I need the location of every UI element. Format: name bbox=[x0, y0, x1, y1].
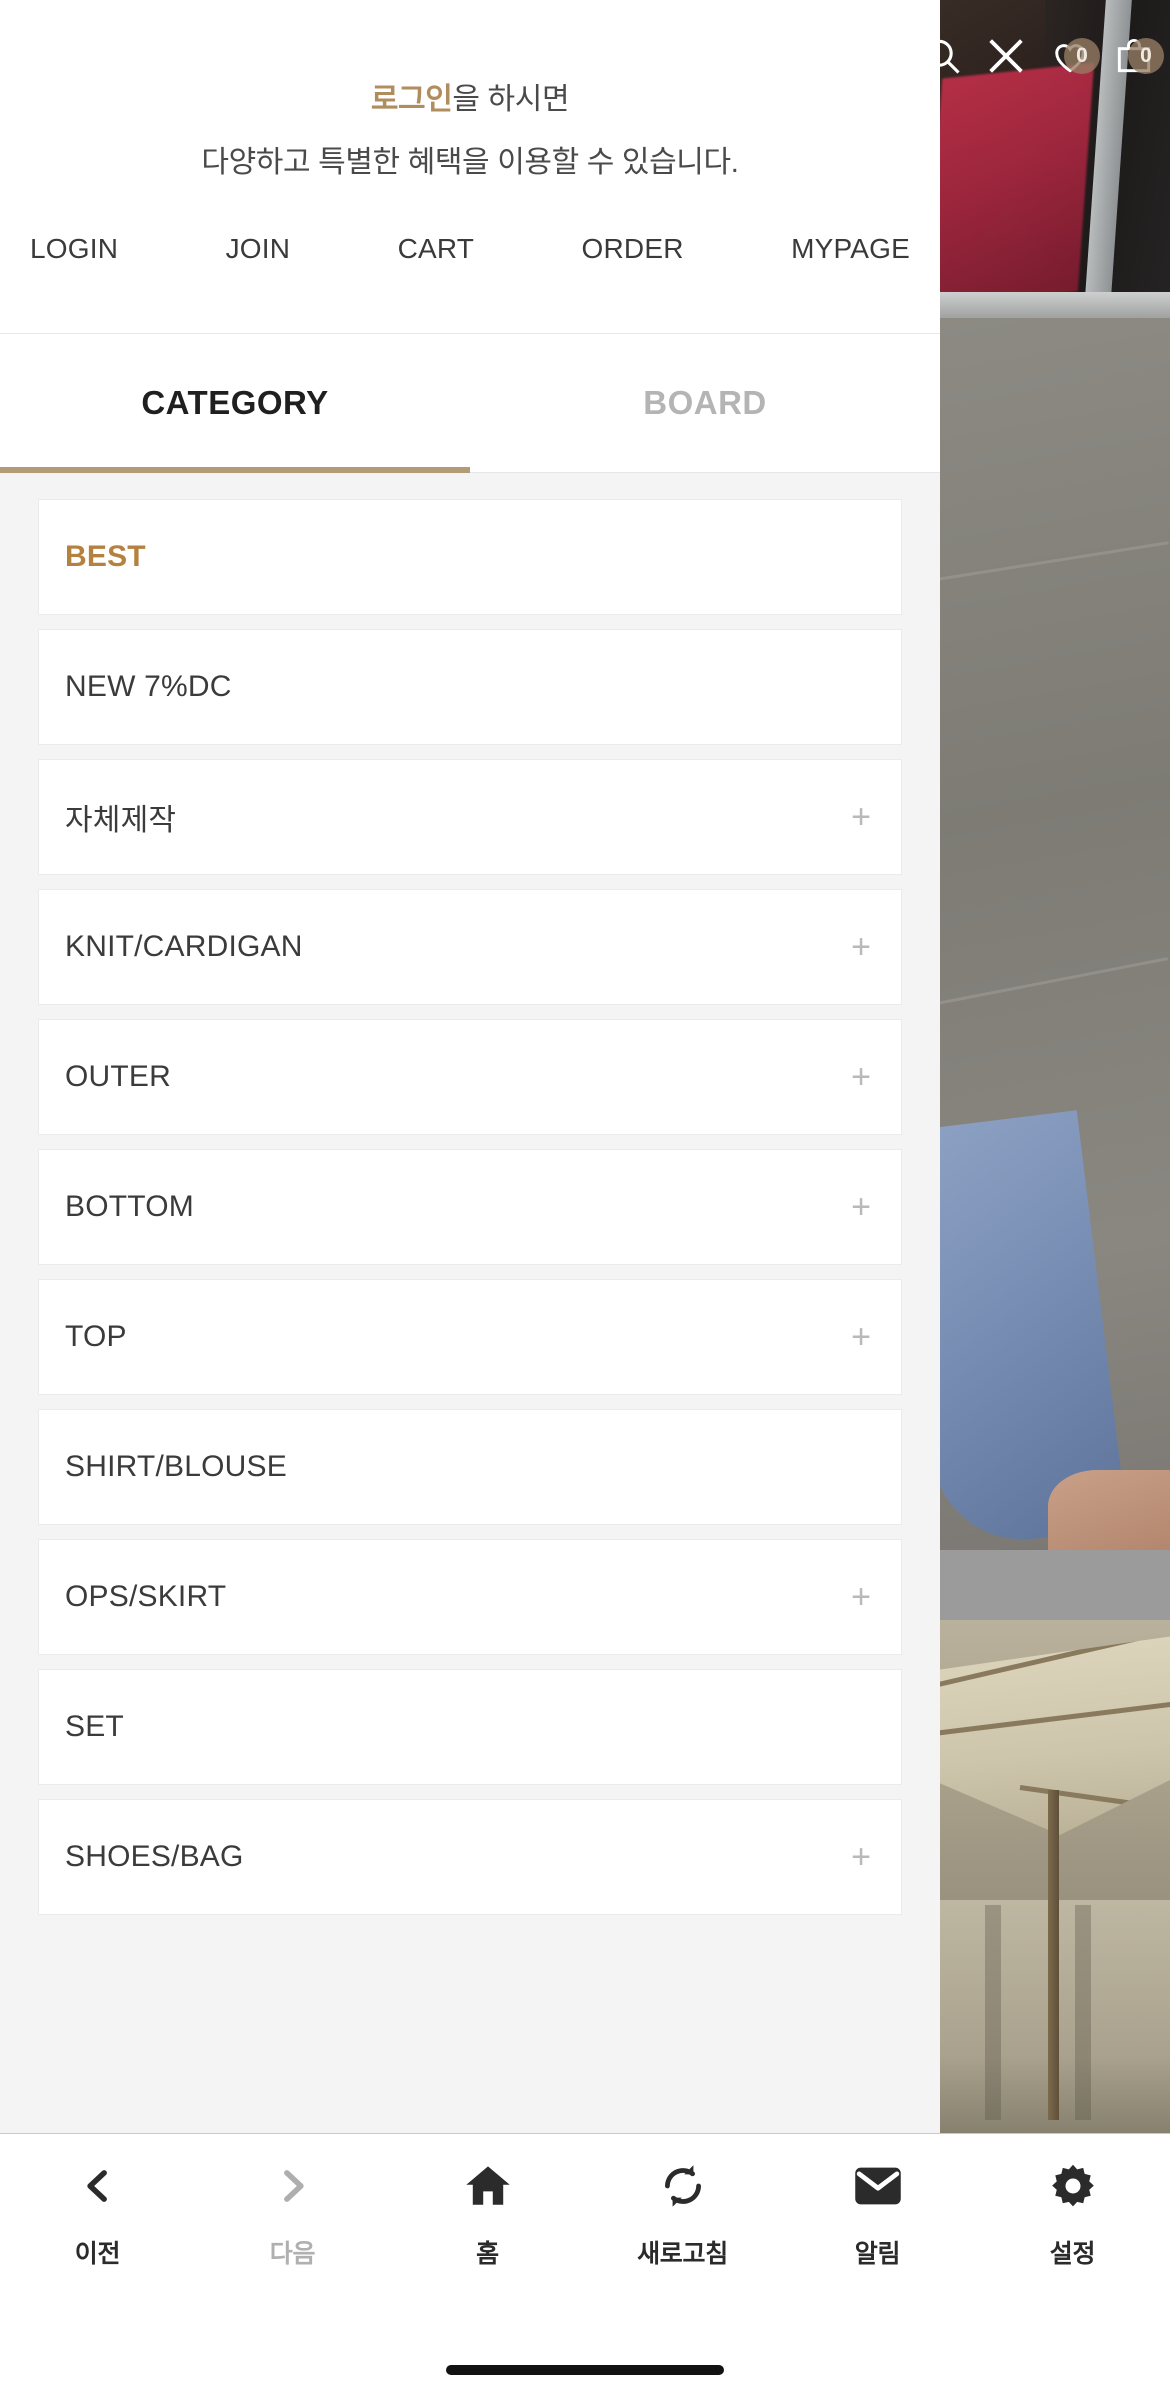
expand-plus-icon[interactable]: + bbox=[851, 1060, 875, 1094]
quicknav-mypage[interactable]: MYPAGE bbox=[791, 233, 910, 265]
nav-refresh-label: 새로고침 bbox=[637, 2240, 728, 2268]
category-label: NEW 7%DC bbox=[65, 670, 232, 703]
category-item-self-made[interactable]: 자체제작 + bbox=[38, 759, 902, 875]
photo-model-red-top bbox=[925, 62, 1095, 308]
category-item-top[interactable]: TOP + bbox=[38, 1279, 902, 1395]
promo-line-1-rest: 을 하시면 bbox=[452, 83, 570, 116]
active-tab-underline bbox=[0, 467, 470, 473]
home-icon bbox=[463, 2158, 513, 2214]
photo-divider-band bbox=[930, 1550, 1170, 1620]
category-item-outer[interactable]: OUTER + bbox=[38, 1019, 902, 1135]
expand-plus-icon[interactable]: + bbox=[851, 1580, 875, 1614]
tab-board[interactable]: BOARD bbox=[470, 334, 940, 472]
nav-forward-button[interactable]: 다음 bbox=[195, 2158, 390, 2334]
refresh-icon bbox=[659, 2158, 707, 2214]
category-label: SHOES/BAG bbox=[65, 1840, 244, 1873]
wishlist-count-badge: 0 bbox=[1064, 38, 1100, 74]
nav-settings-button[interactable]: 설정 bbox=[975, 2158, 1170, 2334]
chevron-left-icon bbox=[77, 2158, 119, 2214]
quicknav-login[interactable]: LOGIN bbox=[30, 233, 118, 265]
photo-window-sill bbox=[930, 292, 1170, 318]
nav-notifications-label: 알림 bbox=[854, 2240, 901, 2268]
category-label: BOTTOM bbox=[65, 1190, 194, 1223]
category-item-new-7dc[interactable]: NEW 7%DC bbox=[38, 629, 902, 745]
category-list: BEST NEW 7%DC 자체제작 + KNIT/CARDIGAN + OUT… bbox=[0, 473, 940, 2133]
category-label: OPS/SKIRT bbox=[65, 1580, 227, 1613]
nav-home-label: 홈 bbox=[476, 2240, 499, 2268]
login-highlight-text[interactable]: 로그인 bbox=[371, 83, 453, 116]
category-item-ops-skirt[interactable]: OPS/SKIRT + bbox=[38, 1539, 902, 1655]
expand-plus-icon[interactable]: + bbox=[851, 1190, 875, 1224]
bottom-navigation-bar: 이전 다음 홈 새로고침 알림 설정 bbox=[0, 2133, 1170, 2400]
gear-icon bbox=[1048, 2158, 1098, 2214]
expand-plus-icon[interactable]: + bbox=[851, 1320, 875, 1354]
nav-refresh-button[interactable]: 새로고침 bbox=[585, 2158, 780, 2334]
category-item-knit-cardigan[interactable]: KNIT/CARDIGAN + bbox=[38, 889, 902, 1005]
nav-settings-label: 설정 bbox=[1049, 2240, 1096, 2268]
quicknav-cart[interactable]: CART bbox=[398, 233, 475, 265]
quicknav-join[interactable]: JOIN bbox=[226, 233, 291, 265]
heart-icon[interactable]: 0 bbox=[1038, 24, 1102, 88]
expand-plus-icon[interactable]: + bbox=[851, 930, 875, 964]
quicknav-order[interactable]: ORDER bbox=[582, 233, 684, 265]
shopping-bag-icon[interactable]: 0 bbox=[1102, 24, 1166, 88]
category-label: 자체제작 bbox=[65, 804, 177, 837]
side-drawer-panel: 로그인을 하시면 다양하고 특별한 혜택을 이용할 수 있습니다. LOGIN … bbox=[0, 0, 940, 2133]
quick-nav: LOGIN JOIN CART ORDER MYPAGE bbox=[0, 181, 940, 265]
close-icon[interactable] bbox=[974, 24, 1038, 88]
category-label: OUTER bbox=[65, 1060, 171, 1093]
home-indicator bbox=[446, 2365, 724, 2375]
category-label: KNIT/CARDIGAN bbox=[65, 930, 303, 963]
category-label: SET bbox=[65, 1710, 124, 1743]
category-item-best[interactable]: BEST bbox=[38, 499, 902, 615]
login-promo: 로그인을 하시면 다양하고 특별한 혜택을 이용할 수 있습니다. bbox=[0, 0, 940, 181]
photo-wall-column bbox=[1075, 1905, 1091, 2120]
category-item-shirt-blouse[interactable]: SHIRT/BLOUSE bbox=[38, 1409, 902, 1525]
promo-line-2: 다양하고 특별한 혜택을 이용할 수 있습니다. bbox=[201, 146, 739, 179]
photo-umbrella-pole bbox=[1048, 1790, 1059, 2120]
photo-wall-column bbox=[985, 1905, 1001, 2120]
chevron-right-icon bbox=[272, 2158, 314, 2214]
category-label: SHIRT/BLOUSE bbox=[65, 1450, 287, 1483]
cart-count-badge: 0 bbox=[1128, 38, 1164, 74]
nav-back-button[interactable]: 이전 bbox=[0, 2158, 195, 2334]
tab-category[interactable]: CATEGORY bbox=[0, 334, 470, 472]
drawer-tabs: CATEGORY BOARD bbox=[0, 333, 940, 473]
category-item-shoes-bag[interactable]: SHOES/BAG + bbox=[38, 1799, 902, 1915]
nav-home-button[interactable]: 홈 bbox=[390, 2158, 585, 2334]
photo-model-leg bbox=[1048, 1470, 1170, 1560]
mail-icon bbox=[852, 2158, 904, 2214]
category-item-bottom[interactable]: BOTTOM + bbox=[38, 1149, 902, 1265]
nav-notifications-button[interactable]: 알림 bbox=[780, 2158, 975, 2334]
app-screen: 0 0 로그인을 하시면 다양하고 특별한 혜택을 이용할 수 있습니다. LO… bbox=[0, 0, 1170, 2400]
expand-plus-icon[interactable]: + bbox=[851, 1840, 875, 1874]
overlay-icon-bar: 0 0 bbox=[910, 22, 1170, 90]
promo-line-1: 로그인을 하시면 bbox=[0, 74, 940, 118]
category-label: BEST bbox=[65, 540, 146, 573]
nav-forward-label: 다음 bbox=[269, 2240, 316, 2268]
category-label: TOP bbox=[65, 1320, 127, 1353]
nav-back-label: 이전 bbox=[74, 2240, 121, 2268]
category-item-set[interactable]: SET bbox=[38, 1669, 902, 1785]
expand-plus-icon[interactable]: + bbox=[851, 800, 875, 834]
